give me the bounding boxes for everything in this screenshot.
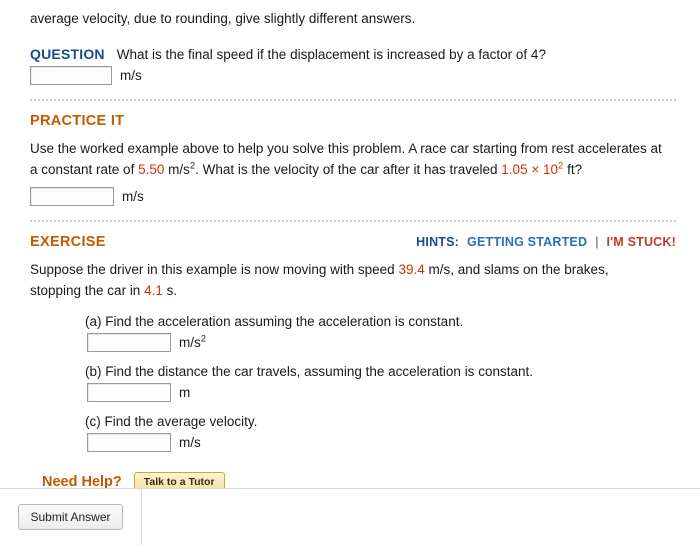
part-a-answer-input[interactable]: [87, 332, 171, 352]
part-c-unit: m/s: [179, 434, 201, 450]
separator-1: [30, 99, 676, 102]
im-stuck-link[interactable]: I'M STUCK!: [606, 235, 676, 249]
question-answer-input[interactable]: [30, 66, 112, 86]
part-c-text: (c) Find the average velocity.: [85, 413, 258, 429]
separator-2: [30, 220, 676, 223]
intro-text: average velocity, due to rounding, give …: [30, 11, 416, 26]
exercise-prompt-a: Suppose the driver in this example is no…: [30, 262, 399, 278]
question-answer-unit: m/s: [120, 68, 142, 84]
practice-line2-d: ft?: [563, 162, 583, 178]
assignment-page: average velocity, due to rounding, give …: [0, 0, 700, 546]
exercise-header-row: EXERCISE HINTS: GETTING STARTED | I'M ST…: [30, 234, 676, 250]
practice-heading: PRACTICE IT: [30, 113, 125, 130]
exercise-part-c: (c) Find the average velocity. m/s: [85, 414, 676, 452]
practice-line2-b: m/s: [164, 162, 190, 178]
practice-distance-mantissa: 1.05: [501, 162, 528, 178]
part-a-text: (a) Find the acceleration assuming the a…: [85, 313, 464, 329]
hints-label: HINTS:: [416, 235, 460, 250]
hints-divider: |: [595, 235, 599, 250]
exercise-time-value: 4.1: [144, 282, 163, 298]
practice-accel-value: 5.50: [138, 162, 165, 178]
part-a-unit-exponent: 2: [200, 333, 207, 345]
exercise-part-a: (a) Find the acceleration assuming the a…: [85, 314, 676, 352]
exercise-speed-value: 39.4: [398, 262, 425, 278]
exercise-part-b: (b) Find the distance the car travels, a…: [85, 364, 676, 402]
exercise-heading: EXERCISE: [30, 234, 106, 251]
practice-line2-a: a constant rate of: [30, 162, 139, 178]
question-row: QUESTION What is the final speed if the …: [30, 46, 676, 62]
part-a-unit-text: m/s: [179, 334, 201, 350]
part-b-answer-input[interactable]: [87, 382, 171, 402]
exercise-prompt-b: m/s, and slams on the brakes,: [424, 262, 609, 278]
footer-submit-cell: Submit Answer: [0, 489, 142, 545]
getting-started-link[interactable]: GETTING STARTED: [467, 235, 587, 249]
question-answer-row: m/s: [30, 66, 676, 86]
part-c-answer-row: m/s: [87, 432, 676, 452]
practice-answer-unit: m/s: [122, 189, 144, 205]
hints-group: HINTS: GETTING STARTED | I'M STUCK!: [416, 235, 676, 249]
question-label: QUESTION: [30, 46, 105, 63]
practice-distance-base: 10: [543, 162, 559, 178]
part-b-text: (b) Find the distance the car travels, a…: [85, 363, 533, 379]
part-c-answer-input[interactable]: [87, 432, 171, 452]
content-area: average velocity, due to rounding, give …: [0, 0, 700, 492]
exercise-prompt: Suppose the driver in this example is no…: [30, 260, 676, 302]
part-a-answer-row: m/s2: [87, 332, 676, 352]
part-a-unit: m/s2: [179, 333, 207, 350]
practice-line1: Use the worked example above to help you…: [30, 141, 662, 157]
part-b-unit: m: [179, 384, 191, 400]
practice-line2-c: . What is the velocity of the car after …: [195, 162, 502, 178]
question-text: What is the final speed if the displacem…: [116, 47, 546, 63]
practice-answer-row: m/s: [30, 187, 676, 207]
part-b-answer-row: m: [87, 382, 676, 402]
exercise-prompt-c: stopping the car in: [30, 282, 145, 298]
submit-answer-button[interactable]: Submit Answer: [18, 504, 123, 530]
exercise-prompt-d: s.: [162, 282, 178, 298]
practice-text: Use the worked example above to help you…: [30, 139, 676, 181]
practice-answer-input[interactable]: [30, 187, 114, 207]
footer-bar: Submit Answer: [0, 488, 700, 546]
